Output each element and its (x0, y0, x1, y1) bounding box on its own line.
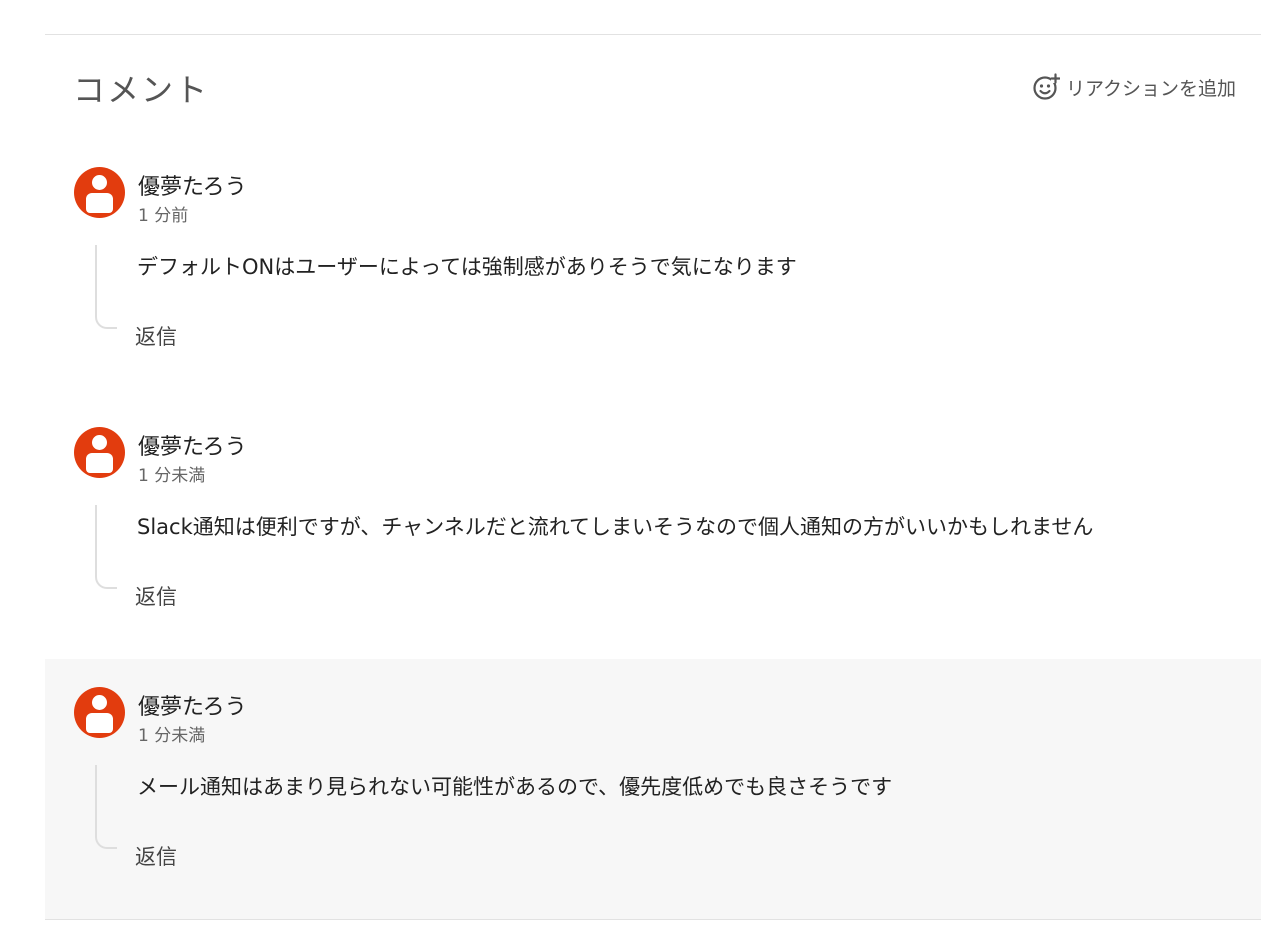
comments-panel: コメント リアクションを追加 優夢たろう 1 分前 デフォルトONはユーザーによ… (45, 34, 1261, 920)
comment-author[interactable]: 優夢たろう (138, 689, 247, 721)
comment-item-highlighted: 優夢たろう 1 分未満 メール通知はあまり見られない可能性があるので、優先度低め… (45, 659, 1261, 919)
comment-time: 1 分未満 (138, 726, 206, 746)
comment-time: 1 分前 (138, 206, 189, 226)
thread-line (95, 505, 117, 589)
thread-line (95, 765, 117, 849)
comments-title: コメント (73, 71, 210, 109)
comments-header: コメント リアクションを追加 (45, 35, 1261, 135)
comment-item: 優夢たろう 1 分未満 Slack通知は便利ですが、チャンネルだと流れてしまいそ… (45, 399, 1261, 659)
user-avatar-icon[interactable] (74, 687, 125, 738)
comment-item: 優夢たろう 1 分前 デフォルトONはユーザーによっては強制感がありそうで気にな… (45, 139, 1261, 399)
comment-author[interactable]: 優夢たろう (138, 429, 247, 461)
comment-text: デフォルトONはユーザーによっては強制感がありそうで気になります (137, 255, 797, 279)
comment-text: メール通知はあまり見られない可能性があるので、優先度低めでも良さそうです (137, 775, 893, 799)
add-reaction-button[interactable]: リアクションを追加 (1032, 73, 1236, 101)
comment-author[interactable]: 優夢たろう (138, 169, 247, 201)
user-avatar-icon[interactable] (74, 427, 125, 478)
add-reaction-label: リアクションを追加 (1065, 77, 1236, 100)
user-avatar-icon[interactable] (74, 167, 125, 218)
reply-button[interactable]: 返信 (135, 321, 177, 351)
comment-text: Slack通知は便利ですが、チャンネルだと流れてしまいそうなので個人通知の方がい… (137, 515, 1094, 539)
reply-button[interactable]: 返信 (135, 841, 177, 871)
thread-line (95, 245, 117, 329)
add-reaction-icon (1032, 73, 1060, 101)
comment-time: 1 分未満 (138, 466, 206, 486)
reply-button[interactable]: 返信 (135, 581, 177, 611)
